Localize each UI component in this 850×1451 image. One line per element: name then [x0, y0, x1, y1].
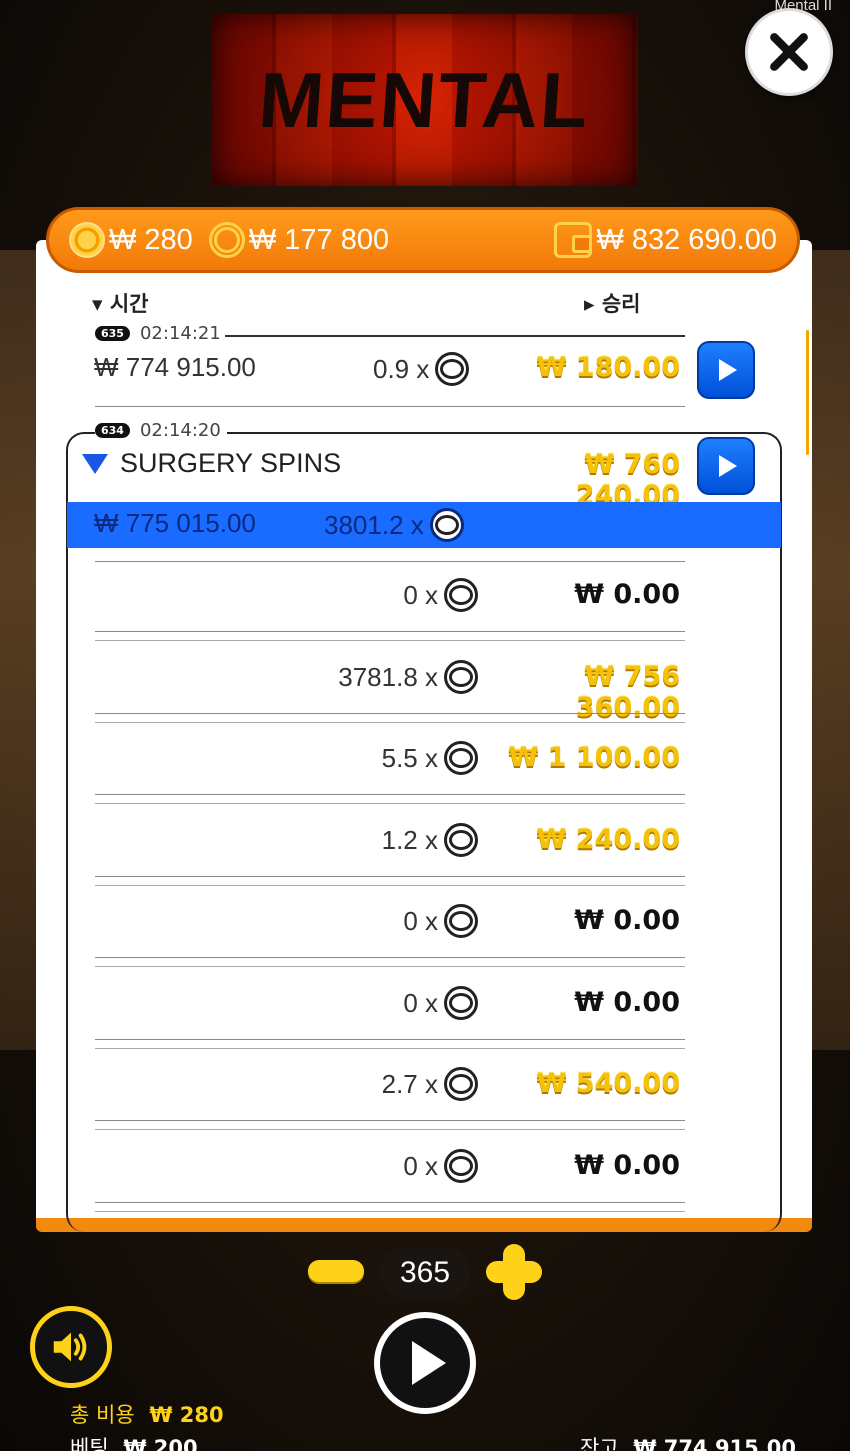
multiplier-text: 1.2 x — [381, 824, 438, 855]
spin-multiplier: 1.2 x — [382, 823, 478, 857]
row-divider — [95, 406, 685, 407]
coin-icon — [444, 660, 478, 694]
multiplier-text: 0 x — [403, 579, 438, 610]
row-divider — [95, 631, 685, 632]
multiplier-text: 2.7 x — [381, 1068, 438, 1099]
coin-icon — [429, 508, 464, 542]
row-multiplier: 3801.2 x — [324, 508, 464, 542]
multiplier-text: 0 x — [403, 987, 438, 1018]
bet-stat-value: ₩ 280 — [109, 223, 193, 256]
coin-icon — [69, 222, 105, 258]
row-divider — [95, 794, 685, 795]
bet-label: 베팅 — [70, 1436, 109, 1451]
selected-row[interactable]: ₩ 775 015.00 3801.2 x — [67, 502, 781, 548]
spin-win: ₩ 0.00 — [574, 905, 680, 936]
spin-multiplier: 0 x — [403, 986, 478, 1020]
spin-win: ₩ 540.00 — [536, 1068, 680, 1099]
divider — [225, 335, 685, 337]
coin-ring-icon — [208, 222, 245, 258]
row-balance: ₩ 774 915.00 — [94, 352, 256, 382]
bet-stat: ₩ 280 — [69, 222, 193, 258]
spin-win: ₩ 0.00 — [574, 1150, 680, 1181]
coin-icon — [444, 1149, 478, 1183]
round-time: 02:14:20 — [139, 420, 221, 441]
row-divider — [95, 957, 685, 958]
bet-amount: 베팅 ₩ 200 — [70, 1432, 198, 1451]
coin-icon — [444, 904, 478, 938]
header-time-label: 시간 — [109, 292, 149, 316]
round-badge: 634 — [95, 423, 130, 438]
game-logo: MENTAL — [212, 14, 638, 186]
multiplier-text: 0 x — [403, 1150, 438, 1181]
balance: 잔고 ₩ 774 915.00 — [580, 1432, 796, 1451]
coin-icon — [444, 1067, 478, 1101]
row-divider — [95, 561, 685, 562]
spin-win: ₩ 0.00 — [574, 579, 680, 610]
header-win-label: 승리 — [601, 292, 641, 316]
bet-value: ₩ 200 — [123, 1436, 198, 1451]
row-win: ₩ 180.00 — [536, 352, 680, 383]
row-divider — [95, 876, 685, 877]
group-title: SURGERY SPINS — [120, 448, 342, 478]
round-timestamp: 635 02:14:21 — [95, 323, 221, 344]
collapse-icon — [82, 453, 108, 474]
round-badge: 635 — [95, 326, 130, 341]
balance-stat: ₩ 832 690.00 — [554, 222, 777, 258]
total-stat-value: ₩ 177 800 — [248, 223, 390, 256]
balance-label: 잔고 — [580, 1436, 619, 1451]
replay-button[interactable] — [697, 437, 755, 495]
coin-icon — [444, 741, 478, 775]
stepper-value: 365 — [380, 1247, 470, 1299]
multiplier-text: 0 x — [403, 905, 438, 936]
close-icon — [770, 33, 808, 71]
coin-icon — [444, 986, 478, 1020]
spin-multiplier: 5.5 x — [382, 741, 478, 775]
multiplier-text: 3781.8 x — [338, 661, 438, 692]
spin-multiplier: 0 x — [403, 904, 478, 938]
spin-multiplier: 0 x — [403, 1149, 478, 1183]
row-multiplier: 0.9 x — [373, 352, 470, 386]
sound-button[interactable] — [30, 1306, 112, 1388]
total-cost-label: 총 비용 — [70, 1403, 135, 1427]
close-button[interactable] — [745, 8, 833, 96]
wallet-icon — [554, 222, 593, 258]
speaker-icon — [53, 1332, 87, 1362]
coin-icon — [435, 352, 470, 386]
spin-multiplier: 3781.8 x — [338, 660, 478, 694]
multiplier-text: 0.9 x — [373, 353, 430, 384]
total-stat: ₩ 177 800 — [208, 222, 390, 258]
group-header[interactable]: SURGERY SPINS — [82, 448, 341, 479]
spin-win: ₩ 240.00 — [536, 824, 680, 855]
coin-icon — [444, 578, 478, 612]
row-divider — [95, 1202, 685, 1203]
row-divider — [95, 1039, 685, 1040]
total-cost: 총 비용 ₩ 280 — [70, 1399, 224, 1429]
round-time: 02:14:21 — [139, 323, 221, 344]
row-divider — [95, 1120, 685, 1121]
round-timestamp: 634 02:14:20 — [95, 420, 227, 441]
replay-button[interactable] — [697, 341, 755, 399]
row-divider — [95, 713, 685, 714]
increase-button[interactable] — [486, 1244, 542, 1300]
spin-win: ₩ 1 100.00 — [508, 742, 680, 773]
balance-stat-value: ₩ 832 690.00 — [596, 223, 777, 256]
logo-text: MENTAL — [256, 55, 594, 144]
stats-bar: ₩ 280 ₩ 177 800 ₩ 832 690.00 — [46, 207, 800, 273]
multiplier-text: 3801.2 x — [324, 509, 424, 540]
sort-win-header[interactable]: ▸ 승리 — [584, 288, 641, 318]
spin-multiplier: 0 x — [403, 578, 478, 612]
spin-button[interactable] — [374, 1312, 476, 1414]
spin-win: ₩ 0.00 — [574, 987, 680, 1018]
total-cost-value: ₩ 280 — [149, 1403, 224, 1427]
multiplier-text: 5.5 x — [381, 742, 438, 773]
decrease-button[interactable] — [308, 1260, 364, 1282]
balance-value: ₩ 774 915.00 — [633, 1436, 796, 1451]
row-balance: ₩ 775 015.00 — [94, 508, 256, 538]
spin-multiplier: 2.7 x — [382, 1067, 478, 1101]
sort-time-header[interactable]: ▾ 시간 — [92, 288, 149, 318]
scrollbar[interactable] — [806, 330, 809, 455]
coin-icon — [444, 823, 478, 857]
